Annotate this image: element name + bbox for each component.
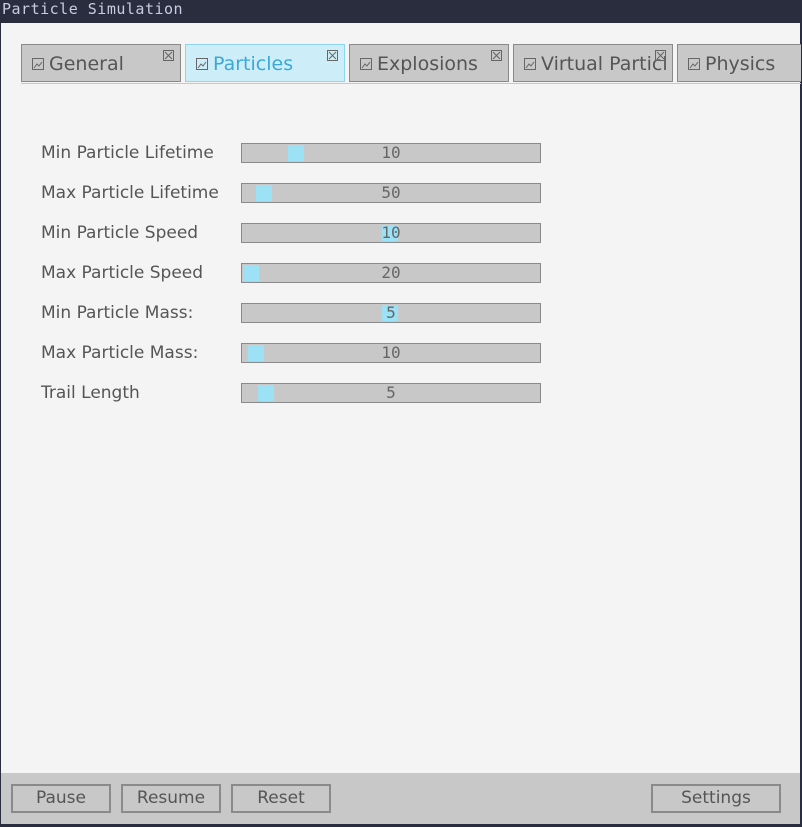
slider-value: 50 [381,183,401,202]
tab-label: Virtual Particl [541,53,668,75]
slider-value: 5 [386,383,396,402]
tab-label: General [49,53,124,75]
min-particle-mass-slider[interactable]: 5 [241,303,541,323]
window-title: Particle Simulation [2,0,184,18]
bottom-toolbar: Pause Resume Reset Settings [1,773,800,824]
tab-label: Physics [705,53,776,75]
tab-explosions[interactable]: Explosions [349,44,509,82]
image-icon [524,58,536,70]
max-particle-lifetime-slider[interactable]: 50 [241,183,541,203]
image-icon [360,58,372,70]
min-particle-mass-label: Min Particle Mass: [41,303,194,323]
image-icon [196,58,208,70]
close-icon[interactable] [491,50,502,61]
pause-button[interactable]: Pause [11,784,111,813]
tab-virtual-particles[interactable]: Virtual Particl [513,44,673,82]
close-icon[interactable] [327,50,338,61]
max-particle-speed-slider[interactable]: 20 [241,263,541,283]
slider-value: 10 [381,143,401,162]
reset-button[interactable]: Reset [231,784,331,813]
trail-length-slider[interactable]: 5 [241,383,541,403]
title-bar[interactable]: Particle Simulation [0,0,802,22]
min-particle-lifetime-slider[interactable]: 10 [241,143,541,163]
close-icon[interactable] [655,50,666,61]
max-particle-speed-label: Max Particle Speed [41,263,204,283]
slider-value: 10 [381,223,401,242]
tab-physics[interactable]: Physics [677,44,801,82]
image-icon [32,58,44,70]
max-particle-lifetime-label: Max Particle Lifetime [41,183,219,203]
close-icon[interactable] [163,50,174,61]
tab-divider [21,83,801,84]
tab-label: Particles [213,53,294,75]
resume-button[interactable]: Resume [121,784,221,813]
slider-value: 5 [386,303,396,322]
min-particle-lifetime-label: Min Particle Lifetime [41,143,214,163]
settings-button[interactable]: Settings [651,784,781,813]
image-icon [688,58,700,70]
settings-window: General Particles Explosions Virtual Par… [1,23,801,824]
tab-general[interactable]: General [21,44,181,82]
max-particle-mass-label: Max Particle Mass: [41,343,199,363]
trail-length-label: Trail Length [41,383,140,403]
slider-value: 10 [381,343,401,362]
tab-particles[interactable]: Particles [185,44,345,82]
max-particle-mass-slider[interactable]: 10 [241,343,541,363]
min-particle-speed-slider[interactable]: 10 [241,223,541,243]
slider-value: 20 [381,263,401,282]
tab-label: Explosions [377,53,478,75]
min-particle-speed-label: Min Particle Speed [41,223,199,243]
